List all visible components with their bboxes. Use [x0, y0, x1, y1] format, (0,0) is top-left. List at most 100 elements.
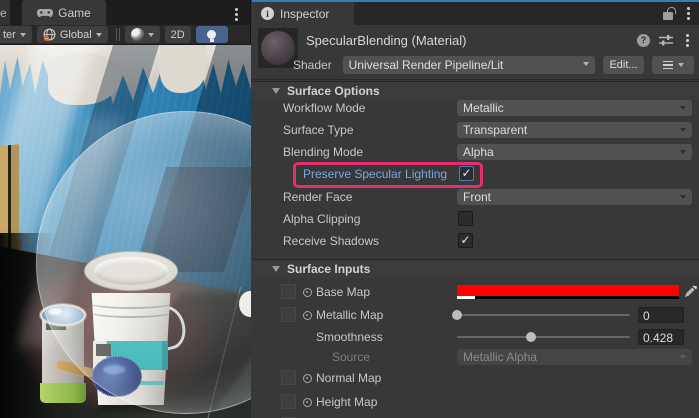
inspector-menu-kebab-icon[interactable] — [683, 5, 694, 22]
game-tabbar: e Game — [0, 0, 250, 25]
row-blending-mode: Blending Mode Alpha — [252, 141, 699, 163]
game-viewport[interactable] — [0, 45, 251, 418]
metallic-value-field[interactable]: 0 — [638, 307, 684, 323]
preserve-specular-label: Preserve Specular Lighting — [303, 167, 447, 181]
gamepad-icon — [37, 8, 53, 18]
help-icon[interactable]: ? — [637, 34, 650, 47]
material-title: SpecularBlending (Material) — [306, 33, 466, 48]
smoothness-slider[interactable] — [457, 329, 630, 344]
tab-game[interactable]: Game — [22, 0, 106, 25]
material-header: SpecularBlending (Material) ? Shader Uni… — [252, 25, 699, 80]
metallic-slider[interactable] — [457, 307, 630, 322]
object-picker-icon[interactable] — [303, 398, 312, 407]
inspector-panel: i Inspector SpecularBlending (Material) … — [252, 0, 699, 418]
row-base-map: Base Map — [252, 281, 699, 303]
inspector-tabbar-right — [354, 2, 699, 25]
2d-toggle-button[interactable]: 2D — [165, 26, 191, 43]
alpha-clipping-label: Alpha Clipping — [283, 212, 360, 226]
base-map-color-swatch[interactable] — [457, 285, 679, 299]
base-map-label: Base Map — [316, 285, 370, 299]
row-receive-shadows: Receive Shadows ✓ — [252, 230, 699, 252]
row-next-partial — [252, 414, 699, 418]
edit-shader-button[interactable]: Edit... — [603, 56, 645, 74]
scene-plaster-patch — [160, 45, 206, 93]
row-render-face: Render Face Front — [252, 186, 699, 208]
blending-mode-label: Blending Mode — [283, 145, 363, 159]
receive-shadows-label: Receive Shadows — [283, 234, 379, 248]
alpha-bar — [457, 296, 679, 299]
presets-icon[interactable] — [659, 34, 673, 46]
preserve-specular-checkbox[interactable]: ✓ — [459, 166, 474, 181]
material-preview-sphere-icon — [261, 31, 295, 65]
surface-type-label: Surface Type — [283, 123, 354, 137]
chevron-down-icon — [583, 62, 589, 66]
tab-scene-partial[interactable]: e — [0, 0, 10, 25]
chevron-down-icon — [680, 128, 686, 132]
chevron-down-icon — [678, 63, 684, 67]
object-picker-icon[interactable] — [303, 374, 312, 383]
orientation-button[interactable]: Global — [37, 26, 108, 43]
row-normal-map: Normal Map — [252, 367, 699, 389]
material-preview[interactable] — [258, 28, 298, 68]
game-panel: e Game ter Global 2D — [0, 0, 251, 418]
lock-icon[interactable] — [663, 12, 673, 20]
row-preserve-specular: Preserve Specular Lighting ✓ — [252, 163, 699, 185]
shader-dropdown[interactable]: Universal Render Pipeline/Lit — [343, 56, 595, 74]
base-map-texture-slot[interactable] — [281, 284, 296, 299]
game-toolbar: ter Global 2D — [0, 25, 250, 45]
tab-game-label: Game — [58, 6, 91, 20]
smoothness-label: Smoothness — [316, 330, 383, 344]
normal-map-texture-slot[interactable] — [281, 370, 296, 385]
shading-mode-button[interactable] — [125, 26, 160, 43]
receive-shadows-checkbox[interactable]: ✓ — [458, 233, 473, 248]
alpha-clipping-checkbox[interactable] — [458, 211, 473, 226]
inspector-tabbar: i Inspector — [252, 2, 699, 25]
shader-list-button[interactable] — [652, 56, 694, 74]
workflow-mode-dropdown[interactable]: Metallic — [457, 100, 692, 116]
row-workflow-mode: Workflow Mode Metallic — [252, 97, 699, 119]
source-dropdown: Metallic Alpha — [457, 349, 692, 365]
smoothness-value-field[interactable]: 0.428 — [638, 329, 684, 345]
foldout-triangle-icon — [272, 88, 280, 94]
scene-lighting-toggle-button[interactable] — [196, 26, 228, 43]
info-icon: i — [261, 7, 274, 20]
height-map-texture-slot[interactable] — [281, 394, 296, 409]
metallic-map-texture-slot[interactable] — [281, 307, 296, 322]
chevron-down-icon — [680, 106, 686, 110]
object-picker-icon[interactable] — [303, 311, 312, 320]
tab-inspector-label: Inspector — [280, 7, 329, 21]
row-metallic-map: Metallic Map 0 — [252, 304, 699, 326]
eyedropper-icon[interactable] — [684, 285, 697, 298]
height-map-label: Height Map — [316, 395, 377, 409]
slider-knob[interactable] — [452, 310, 462, 320]
render-face-dropdown[interactable]: Front — [457, 189, 692, 205]
source-label: Source — [332, 350, 370, 364]
row-alpha-clipping: Alpha Clipping — [252, 208, 699, 230]
shader-label: Shader — [293, 58, 335, 72]
row-height-map: Height Map — [252, 391, 699, 413]
workflow-mode-label: Workflow Mode — [283, 101, 365, 115]
surface-type-dropdown[interactable]: Transparent — [457, 122, 692, 138]
chevron-down-icon — [148, 33, 154, 37]
shaded-sphere-icon — [131, 28, 144, 41]
slider-knob[interactable] — [526, 332, 536, 342]
row-surface-type: Surface Type Transparent — [252, 119, 699, 141]
toolbar-separator — [116, 28, 117, 41]
material-menu-kebab-icon[interactable] — [682, 32, 693, 49]
globe-icon — [43, 28, 56, 41]
tab-inspector[interactable]: i Inspector — [252, 2, 354, 25]
surface-inputs-header[interactable]: Surface Inputs — [252, 259, 699, 278]
unity-editor: e Game ter Global 2D — [0, 0, 699, 418]
game-menu-kebab-icon[interactable] — [231, 6, 242, 23]
pivot-button[interactable]: ter — [0, 26, 32, 43]
row-smoothness: Smoothness 0.428 — [252, 326, 699, 348]
metallic-map-label: Metallic Map — [316, 308, 383, 322]
lightbulb-icon — [207, 30, 216, 39]
chevron-down-icon — [680, 355, 686, 359]
shader-row: Shader Universal Render Pipeline/Lit Edi… — [293, 56, 694, 74]
blending-mode-dropdown[interactable]: Alpha — [457, 144, 692, 160]
render-face-label: Render Face — [283, 190, 352, 204]
object-picker-icon[interactable] — [303, 288, 312, 297]
normal-map-label: Normal Map — [316, 371, 381, 385]
foldout-triangle-icon — [272, 266, 280, 272]
